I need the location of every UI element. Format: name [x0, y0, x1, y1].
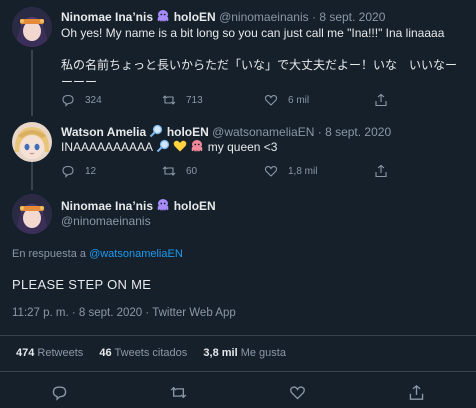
main-tweet: Ninomae Ina’nis holoEN @ninomaeinanis En… [0, 186, 476, 408]
main-tweet-text: PLEASE STEP ON ME [12, 277, 152, 292]
share-icon [375, 93, 387, 107]
retweets-label: Retweets [37, 347, 84, 359]
tweet-text-line: ーーー [61, 75, 98, 89]
retweet-icon [162, 166, 176, 176]
tweet-actions: 324 713 6 mil [61, 93, 398, 107]
tweet-watson[interactable]: Watson Amelia holoEN @watsonameliaEN · 8… [0, 114, 476, 186]
tweet-watson-header: Watson Amelia holoEN @watsonameliaEN · 8… [61, 124, 391, 139]
tweet-date[interactable]: 8 sept. 2020 [325, 125, 391, 139]
quotes-count: 46 [99, 347, 112, 359]
separator-dot: · [311, 10, 316, 24]
display-name-suffix[interactable]: holoEN [174, 10, 216, 24]
reply-icon [62, 165, 74, 178]
tweet-text: INAAAAAAAAAA my queen <3 [61, 139, 466, 156]
tweet-ina-header: Ninomae Ina’nis holoEN @ninomaeinanis · … [61, 9, 385, 24]
magnifier-icon [150, 124, 163, 138]
like-button[interactable]: 1,8 mil [264, 164, 374, 178]
tweet-actions: 12 60 1,8 mil [61, 164, 398, 178]
reply-button[interactable]: 324 [61, 93, 162, 107]
retweet-button[interactable]: 713 [162, 93, 264, 107]
likes-label: Me gusta [240, 347, 286, 359]
share-icon[interactable] [408, 384, 425, 401]
reply-icon [62, 94, 74, 107]
like-count: 1,8 mil [288, 165, 318, 177]
tweet-text-line: 私の名前ちょっと長いからただ「いな」で大丈夫だよー！いな いいなー [61, 58, 458, 72]
avatar-ina[interactable] [12, 7, 52, 47]
share-icon [375, 164, 387, 178]
tweet-text-part: INAAAAAAAAAA [61, 140, 153, 154]
display-name-suffix[interactable]: holoEN [167, 125, 209, 139]
main-tweet-actions [0, 384, 476, 401]
retweet-icon [162, 95, 176, 105]
divider [0, 371, 476, 372]
tweet-text-line: Oh yes! My name is a bit long so you can… [61, 26, 445, 40]
octopus-icon [158, 10, 169, 22]
like-count: 6 mil [288, 94, 310, 106]
quotes-label: Tweets citados [114, 347, 188, 359]
octopus-icon [158, 199, 169, 211]
magnifier-icon [156, 139, 169, 153]
reply-to-link[interactable]: @watsonameliaEN [89, 248, 183, 260]
divider [0, 335, 476, 336]
avatar-ina[interactable] [12, 194, 52, 234]
retweets-stat[interactable]: 474 Retweets [16, 347, 86, 359]
retweet-count: 60 [186, 165, 198, 177]
likes-count: 3,8 mil [203, 347, 238, 359]
display-name[interactable]: Watson Amelia [61, 125, 146, 139]
likes-stat[interactable]: 3,8 mil Me gusta [203, 347, 286, 359]
reply-context: En respuesta a @watsonameliaEN [12, 248, 183, 260]
like-icon [264, 165, 278, 177]
reply-button[interactable]: 12 [61, 164, 162, 178]
handle[interactable]: @ninomaeinanis [61, 214, 151, 228]
retweet-button[interactable]: 60 [162, 164, 264, 178]
avatar-watson[interactable] [12, 122, 52, 162]
retweet-count: 713 [186, 94, 203, 106]
reply-icon[interactable] [51, 384, 68, 401]
octopus-icon [192, 140, 203, 152]
tweet-date[interactable]: 8 sept. 2020 [319, 10, 385, 24]
display-name[interactable]: Ninomae Ina’nis [61, 199, 153, 213]
like-button[interactable]: 6 mil [264, 93, 374, 107]
like-icon[interactable] [289, 384, 306, 401]
tweet-text-part: my queen <3 [207, 140, 278, 154]
handle[interactable]: @ninomaeinanis [219, 10, 309, 24]
quotes-stat[interactable]: 46 Tweets citados [99, 347, 190, 359]
reply-prefix: En respuesta a [12, 248, 86, 260]
retweet-icon[interactable] [170, 384, 187, 401]
separator-dot: · [317, 125, 322, 139]
reply-count: 324 [85, 94, 102, 106]
main-tweet-name: Ninomae Ina’nis holoEN [61, 198, 216, 213]
tweet-text: Oh yes! My name is a bit long so you can… [61, 25, 466, 91]
yellow-heart-icon [173, 140, 187, 152]
display-name-suffix[interactable]: holoEN [174, 199, 216, 213]
share-button[interactable] [374, 164, 398, 178]
like-icon [264, 94, 278, 106]
thread-line [31, 50, 33, 116]
retweets-count: 474 [16, 347, 35, 359]
timestamp[interactable]: 11:27 p. m. · 8 sept. 2020 · Twitter Web… [12, 307, 236, 319]
stats-row: 474 Retweets 46 Tweets citados 3,8 mil M… [16, 347, 286, 359]
share-button[interactable] [374, 93, 398, 107]
reply-count: 12 [85, 165, 97, 177]
tweet-ina[interactable]: Ninomae Ina’nis holoEN @ninomaeinanis · … [0, 0, 476, 114]
display-name[interactable]: Ninomae Ina’nis [61, 10, 153, 24]
handle[interactable]: @watsonameliaEN [212, 125, 314, 139]
